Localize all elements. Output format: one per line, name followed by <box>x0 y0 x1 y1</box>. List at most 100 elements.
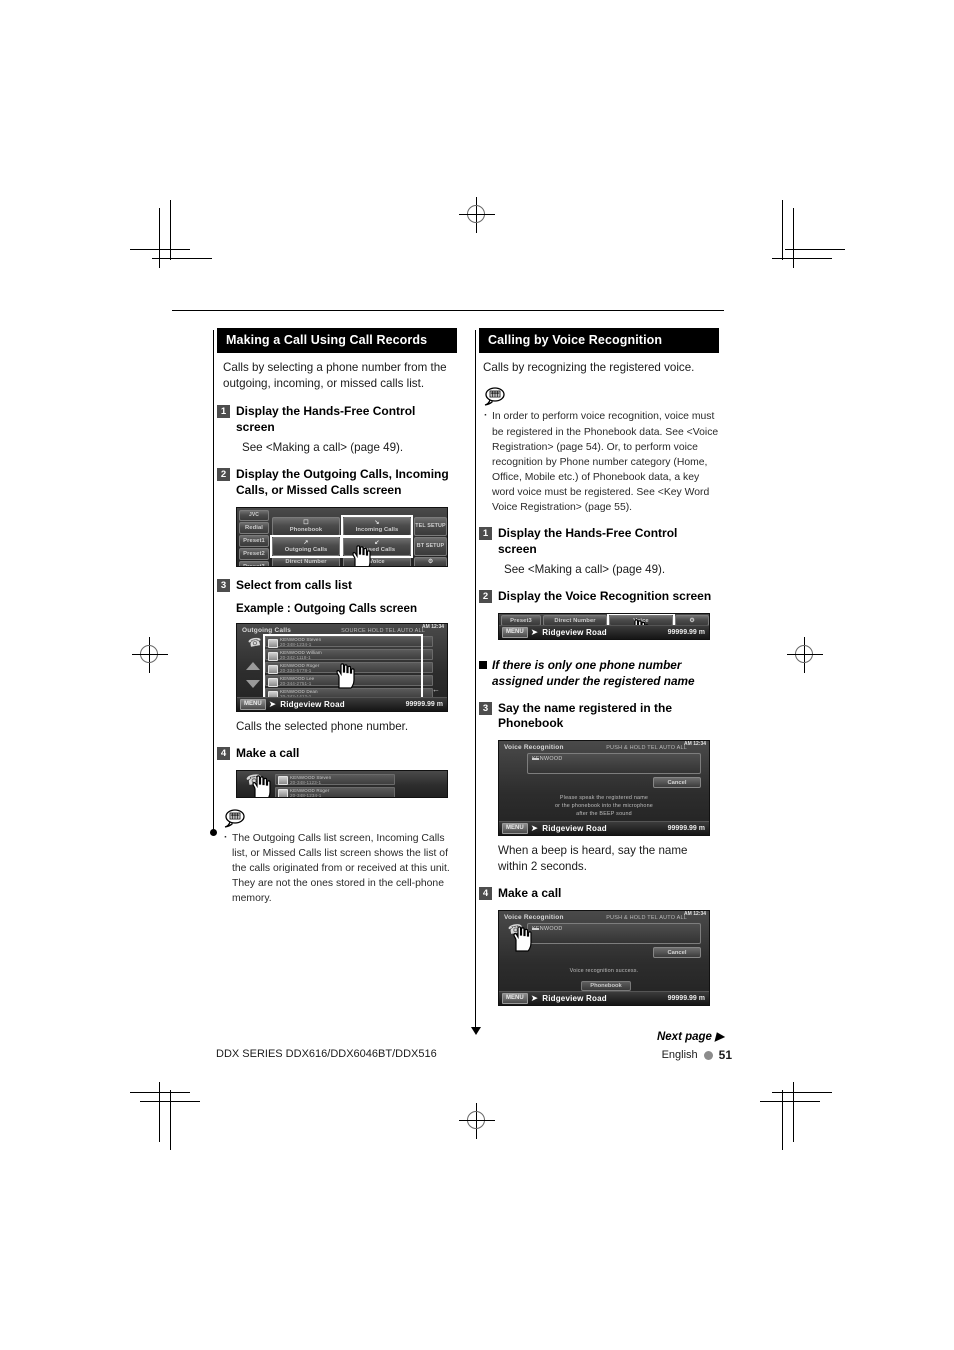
handset-icon[interactable]: ☎ <box>247 635 263 650</box>
left-step-3: 3 Select from calls list <box>217 578 457 594</box>
status-indicators: PUSH & HOLD TEL AUTO ALL <box>606 915 687 922</box>
phonebook-icon: ☐ <box>303 519 309 526</box>
left-intro-text: Calls by selecting a phone number from t… <box>223 361 447 391</box>
redial-label: Redial <box>245 524 263 531</box>
step-number-badge: 3 <box>217 578 230 592</box>
cancel-button[interactable]: Cancel <box>653 777 701 789</box>
call-type-icon <box>268 664 278 674</box>
pointing-hand-cursor <box>352 544 371 566</box>
voice-recognition-title: Voice Recognition <box>504 914 564 922</box>
voice-prompt-line-2: or the phonebook into the microphone <box>554 803 653 810</box>
phonebook-key[interactable]: ☐ Phonebook <box>272 516 340 536</box>
step-number-badge: 1 <box>479 527 492 540</box>
right-step-1-note: See <Making a call> (page 49). <box>504 563 666 577</box>
square-bullet-icon <box>479 661 487 669</box>
scroll-down-arrow[interactable] <box>246 680 260 689</box>
return-key[interactable]: ← <box>428 685 444 694</box>
center-connector-line <box>475 330 476 1030</box>
make-call-screenshot: ☎ KENWOOD Steven 20-348-1123-1 KENWOOD R… <box>236 769 448 798</box>
right-intro-text: Calls by recognizing the registered voic… <box>483 361 695 374</box>
step-label: Display the Voice Recognition screen <box>498 589 712 604</box>
crop-mark-top-left-h <box>152 258 212 259</box>
incoming-calls-key[interactable]: ↘ Incoming Calls <box>343 516 411 536</box>
source-key[interactable]: JVC <box>239 509 269 521</box>
redial-key[interactable]: Redial <box>239 521 269 534</box>
footer-dot-icon <box>703 1050 713 1060</box>
call-type-icon <box>278 789 288 797</box>
menu-button[interactable]: MENU <box>502 823 528 835</box>
registration-mark-bottom <box>459 1103 495 1139</box>
registration-mark-left <box>132 637 168 673</box>
direction-arrow-icon: ➤ <box>530 823 539 834</box>
settings-gear-key[interactable]: ⚙ <box>414 556 447 566</box>
tel-setup-key[interactable]: TEL SETUP <box>414 516 447 536</box>
direct-number-key[interactable]: Direct Number <box>272 556 340 566</box>
navigation-status-bar: MENU ➤ Ridgeview Road 99999.99 m <box>499 625 709 639</box>
crop-mark-top-left-v <box>170 200 171 260</box>
recognized-name-field[interactable]: KENWOOD <box>527 753 701 775</box>
recognized-name-field[interactable]: KENWOOD <box>527 923 701 945</box>
footer-language: English <box>661 1049 698 1061</box>
bt-setup-key[interactable]: BT SETUP <box>414 536 447 556</box>
memo-note-icon <box>484 387 505 407</box>
crop-mark-top-left-v2 <box>159 208 160 268</box>
step-label: Make a call <box>236 746 300 761</box>
crop-mark-bottom-left-h <box>130 1092 190 1093</box>
right-step-3: 3 Say the name registered in the Phonebo… <box>479 701 719 732</box>
step-label: Say the name registered in the Phonebook <box>498 700 673 731</box>
cancel-label: Cancel <box>667 949 687 956</box>
preset3-key[interactable]: Preset3 <box>239 560 269 566</box>
menu-button[interactable]: MENU <box>502 627 528 638</box>
minus-icon <box>532 758 539 761</box>
navigation-status-bar: MENU ➤ Ridgeview Road 99999.99 m <box>237 697 447 712</box>
phonebook-button[interactable]: Phonebook <box>581 981 631 992</box>
call-list-row[interactable]: KENWOOD William 20-342-1118-1 <box>265 649 433 661</box>
preset1-label: Preset1 <box>243 537 265 544</box>
preset1-key[interactable]: Preset1 <box>239 534 269 547</box>
current-road-name: Ridgeview Road <box>542 824 607 834</box>
left-column: Making a Call Using Call Records Calls b… <box>217 328 457 906</box>
outgoing-calls-screenshot: Outgoing Calls SOURCE HOLD TEL AUTO ALL … <box>236 623 448 713</box>
scroll-up-arrow[interactable] <box>246 662 260 671</box>
cancel-label: Cancel <box>667 779 687 786</box>
outgoing-calls-key[interactable]: ↗ Outgoing Calls <box>272 536 340 556</box>
cancel-button[interactable]: Cancel <box>653 947 701 959</box>
registration-mark-right <box>787 637 823 673</box>
right-memo-list: In order to perform voice recognition, v… <box>483 408 719 515</box>
right-step-4: 4 Make a call <box>479 886 719 902</box>
crop-mark-bottom-right-h <box>772 1092 832 1093</box>
step-number-badge: 2 <box>479 590 492 604</box>
preset2-key[interactable]: Preset2 <box>239 547 269 560</box>
crop-mark-bottom-left-v <box>170 1090 171 1150</box>
footer-model-line: DDX SERIES DDX616/DDX6046BT/DDX516 <box>216 1048 437 1060</box>
call-list-row[interactable]: KENWOOD Roger 20-348-1234-1 <box>275 786 395 798</box>
right-step-2: 2 Display the Voice Recognition screen <box>479 589 719 605</box>
step-label: Display the Outgoing Calls, Incoming Cal… <box>236 467 449 497</box>
crop-mark-top-left-h2 <box>130 249 190 250</box>
voice-recognition-title: Voice Recognition <box>504 744 564 752</box>
next-page-label: Next page ▶ <box>656 1031 724 1043</box>
gear-icon: ⚙ <box>427 559 434 565</box>
memo-note-icon <box>224 809 245 828</box>
phonebook-label: Phonebook <box>590 983 622 990</box>
call-list-row[interactable]: KENWOOD Steven 20-348-1234-1 <box>265 636 433 648</box>
right-column: Calling by Voice Recognition Calls by re… <box>479 328 719 1007</box>
menu-button[interactable]: MENU <box>240 699 266 711</box>
call-list-row[interactable]: KENWOOD Steven 20-348-1123-1 <box>275 773 395 786</box>
contact-number: 20-348-1234-1 <box>290 793 322 798</box>
right-section-header: Calling by Voice Recognition <box>479 328 719 353</box>
navigation-status-bar: MENU ➤ Ridgeview Road 99999.99 m <box>499 821 709 836</box>
direction-arrow-icon: ➤ <box>268 699 277 710</box>
left-memo-block: The Outgoing Calls list screen, Incoming… <box>223 808 457 906</box>
incoming-call-icon: ↘ <box>374 519 380 526</box>
bt-setup-label: BT SETUP <box>416 543 445 549</box>
pointing-hand-cursor <box>513 926 532 952</box>
left-step-4: 4 Make a call <box>217 746 457 762</box>
left-step-3-after: Calls the selected phone number. <box>236 720 409 734</box>
crop-mark-top-right-v <box>782 200 783 260</box>
crop-mark-bottom-right-h2 <box>760 1101 820 1102</box>
status-indicators: SOURCE HOLD TEL AUTO ALL <box>341 628 425 635</box>
menu-button[interactable]: MENU <box>502 993 528 1005</box>
left-column-connector-line <box>213 330 214 833</box>
outgoing-calls-label: Outgoing Calls <box>284 546 328 553</box>
